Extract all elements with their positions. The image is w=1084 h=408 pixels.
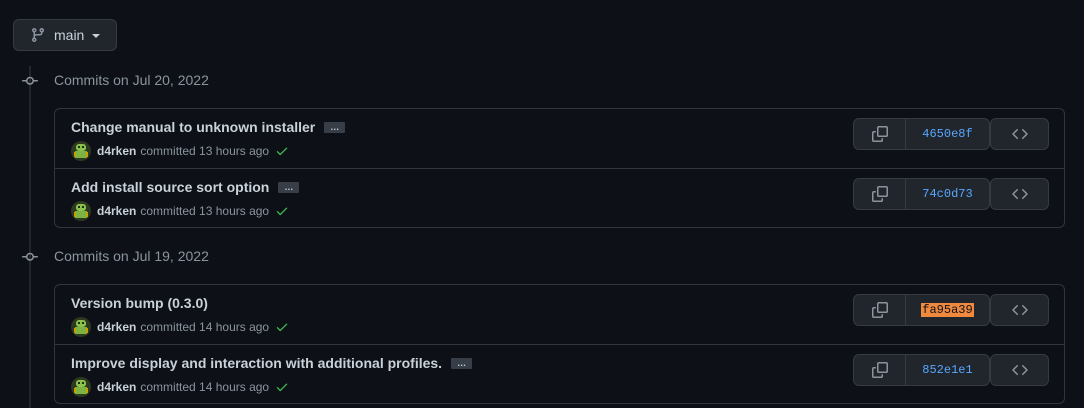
- commit-group-title: Commits on Jul 20, 2022: [54, 72, 209, 88]
- commit-author[interactable]: d4rken: [97, 204, 136, 218]
- git-branch-icon: [30, 27, 46, 43]
- copy-icon: [871, 126, 888, 142]
- commit-list: Change manual to unknown installer … d4rke…: [54, 108, 1065, 228]
- browse-code-button[interactable]: [990, 178, 1049, 210]
- commit-sha-link[interactable]: 74c0d73: [906, 179, 989, 209]
- branch-name: main: [54, 27, 85, 43]
- browse-code-button[interactable]: [990, 118, 1049, 150]
- expand-message-button[interactable]: …: [451, 357, 473, 369]
- commit-group-title: Commits on Jul 19, 2022: [54, 248, 209, 264]
- commit-sha: 74c0d73: [922, 187, 973, 201]
- copy-icon: [871, 362, 888, 378]
- avatar[interactable]: [71, 201, 91, 221]
- copy-sha-button[interactable]: [854, 355, 906, 385]
- commit-sha-link[interactable]: 852e1e1: [906, 355, 989, 385]
- avatar[interactable]: [71, 317, 91, 337]
- commit-sha-link[interactable]: 4650e8f: [906, 119, 989, 149]
- expand-message-button[interactable]: …: [278, 181, 300, 193]
- commit-author[interactable]: d4rken: [97, 320, 136, 334]
- commit-sha-link[interactable]: fa95a39: [906, 295, 989, 325]
- avatar[interactable]: [71, 141, 91, 161]
- commit-time: committed 14 hours ago: [140, 380, 270, 394]
- copy-icon: [871, 302, 888, 318]
- commit-sha: 852e1e1: [922, 363, 973, 377]
- browse-code-button[interactable]: [990, 354, 1049, 386]
- branch-select-button[interactable]: main: [13, 19, 117, 51]
- commit-row: Version bump (0.3.0) d4rken committed 14 h…: [55, 285, 1064, 344]
- commit-time: committed 13 hours ago: [140, 144, 270, 158]
- commit-group-header: Commits on Jul 19, 2022: [0, 245, 400, 269]
- copy-icon: [871, 186, 888, 202]
- sha-button-group: fa95a39: [853, 294, 990, 326]
- git-commit-icon: [22, 73, 38, 89]
- copy-sha-button[interactable]: [854, 179, 906, 209]
- commit-time: committed 14 hours ago: [140, 320, 270, 334]
- sha-button-group: 852e1e1: [853, 354, 990, 386]
- commit-sha: 4650e8f: [922, 127, 973, 141]
- commit-row: Change manual to unknown installer … d4rke…: [55, 109, 1064, 168]
- commit-list: Version bump (0.3.0) d4rken committed 14 h…: [54, 284, 1065, 404]
- commit-author[interactable]: d4rken: [97, 380, 136, 394]
- check-icon[interactable]: [275, 320, 289, 334]
- caret-down-icon: [92, 34, 101, 38]
- commit-author[interactable]: d4rken: [97, 144, 136, 158]
- avatar[interactable]: [71, 377, 91, 397]
- git-commit-icon: [22, 249, 38, 265]
- sha-button-group: 74c0d73: [853, 178, 990, 210]
- timeline-line: [29, 66, 31, 408]
- sha-button-group: 4650e8f: [853, 118, 990, 150]
- check-icon[interactable]: [275, 380, 289, 394]
- copy-sha-button[interactable]: [854, 295, 906, 325]
- commit-row: Add install source sort option … d4rken com…: [55, 168, 1064, 227]
- commit-sha: fa95a39: [921, 303, 974, 317]
- code-icon: [1011, 128, 1028, 140]
- commit-title-link[interactable]: Add install source sort option: [71, 179, 269, 195]
- commit-title-link[interactable]: Change manual to unknown installer: [71, 119, 315, 135]
- code-icon: [1011, 188, 1028, 200]
- code-icon: [1011, 304, 1028, 316]
- expand-message-button[interactable]: …: [324, 121, 346, 133]
- check-icon[interactable]: [275, 144, 289, 158]
- commit-row: Improve display and interaction with add…: [55, 344, 1064, 403]
- browse-code-button[interactable]: [990, 294, 1049, 326]
- commit-title-link[interactable]: Improve display and interaction with add…: [71, 355, 442, 371]
- commit-group-header: Commits on Jul 20, 2022: [0, 69, 400, 93]
- commit-time: committed 13 hours ago: [140, 204, 270, 218]
- commit-title-link[interactable]: Version bump (0.3.0): [71, 295, 208, 311]
- code-icon: [1011, 364, 1028, 376]
- check-icon[interactable]: [275, 204, 289, 218]
- copy-sha-button[interactable]: [854, 119, 906, 149]
